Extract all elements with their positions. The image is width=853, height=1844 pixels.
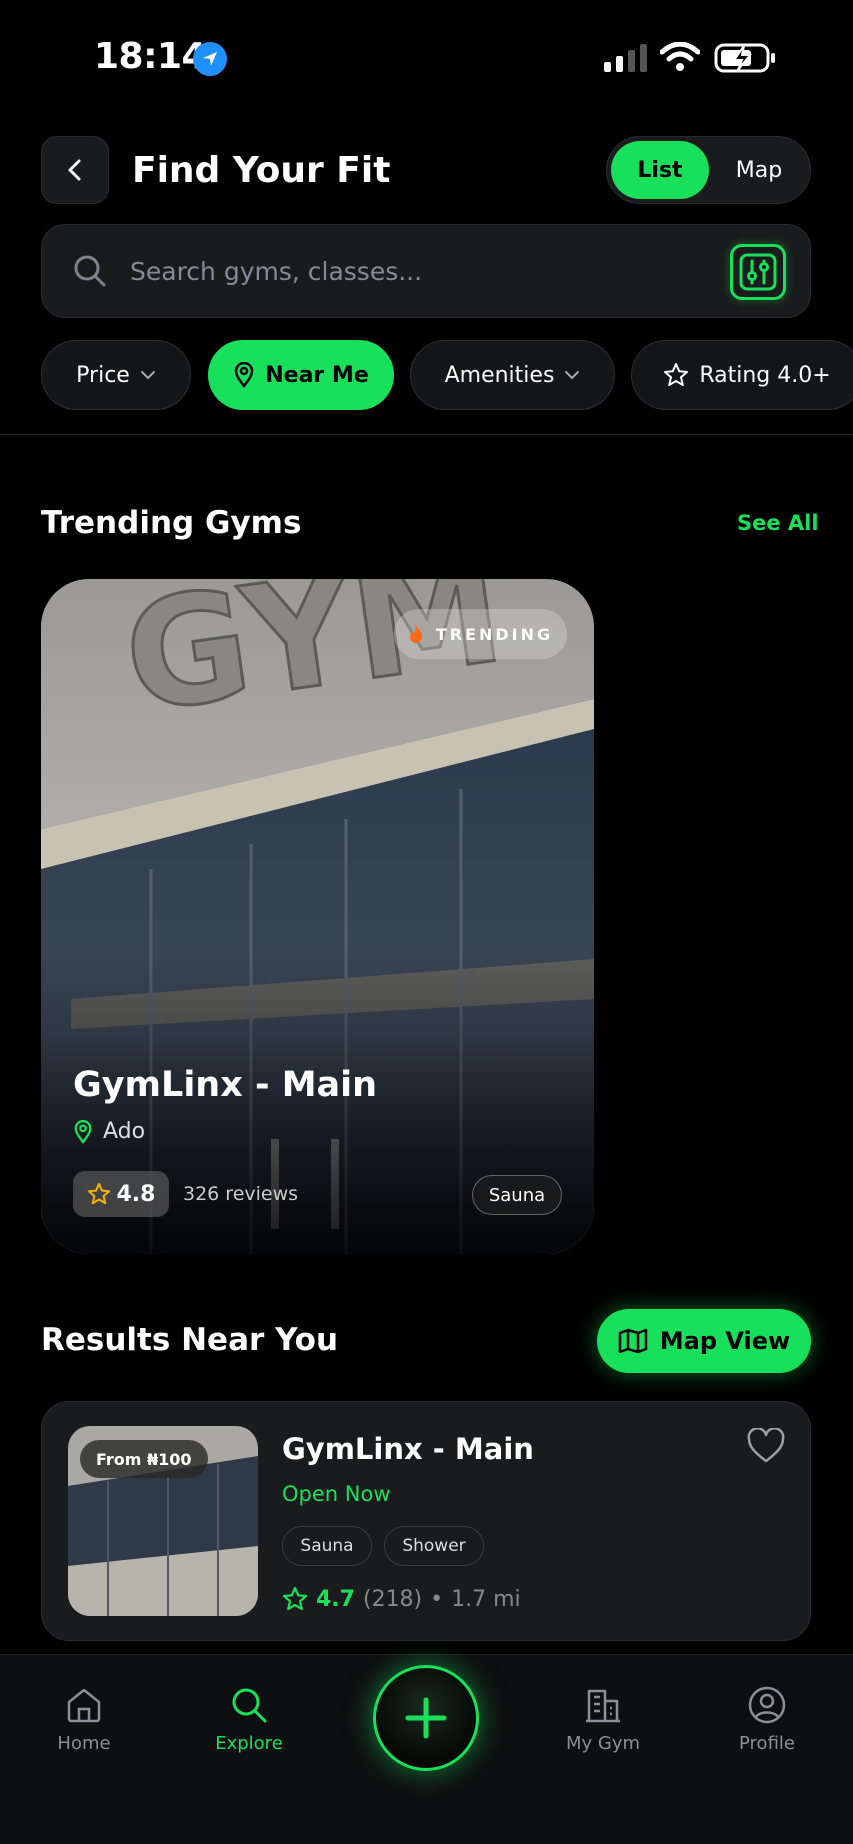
bottom-nav: Home Explore My Gym Profile — [0, 1654, 853, 1844]
nav-label: Explore — [215, 1733, 283, 1754]
amenity-tag: Shower — [384, 1526, 484, 1566]
nav-explore[interactable]: Explore — [189, 1685, 309, 1754]
chip-label: Rating 4.0+ — [699, 362, 831, 388]
filter-chip-amenities[interactable]: Amenities — [410, 340, 615, 410]
price-tag: From ₦100 — [80, 1440, 208, 1478]
rating-pill: 4.8 — [73, 1171, 169, 1217]
nav-profile[interactable]: Profile — [707, 1685, 827, 1754]
trending-badge: TRENDING — [394, 609, 567, 659]
nav-my-gym[interactable]: My Gym — [543, 1685, 663, 1754]
location-pin-icon — [74, 1119, 92, 1144]
distance: 1.7 mi — [451, 1586, 521, 1612]
result-card[interactable]: From ₦100 GymLinx - Main Open Now Sauna … — [41, 1401, 811, 1641]
wifi-icon — [660, 42, 700, 71]
gym-thumbnail: From ₦100 — [68, 1426, 258, 1616]
star-icon — [87, 1182, 110, 1205]
review-count: 326 reviews — [183, 1183, 299, 1205]
trending-gym-name: GymLinx - Main — [73, 1065, 378, 1105]
search-input[interactable] — [130, 247, 650, 295]
review-count: (218) — [362, 1586, 423, 1612]
filter-chip-rating[interactable]: Rating 4.0+ — [631, 340, 853, 410]
nav-label: Home — [57, 1733, 111, 1754]
filter-chip-price[interactable]: Price — [41, 340, 191, 410]
favorite-heart-icon[interactable] — [746, 1428, 786, 1464]
map-icon — [618, 1328, 648, 1354]
filter-button[interactable] — [730, 244, 786, 300]
search-icon — [232, 1688, 267, 1723]
user-circle-icon — [748, 1686, 786, 1724]
gym-photo: GYM — [41, 579, 594, 1254]
nav-label: Profile — [739, 1733, 795, 1754]
chip-label: Near Me — [265, 362, 369, 388]
building-icon — [586, 1689, 620, 1723]
map-toggle-button[interactable]: Map — [711, 141, 807, 199]
list-view-button[interactable]: List — [611, 141, 709, 199]
trending-title: Trending Gyms — [41, 505, 302, 541]
fire-icon — [409, 625, 422, 643]
location-pin-icon — [234, 362, 254, 388]
result-gym-name: GymLinx - Main — [282, 1432, 534, 1466]
rating-value: 4.7 — [316, 1586, 355, 1612]
open-status: Open Now — [282, 1482, 391, 1506]
back-button[interactable] — [41, 136, 109, 204]
page-title: Find Your Fit — [132, 150, 391, 191]
chevron-down-icon — [140, 371, 155, 380]
filter-chips: Price Near Me Amenities Rating 4.0+ — [41, 340, 853, 410]
filter-chip-near-me[interactable]: Near Me — [208, 340, 394, 410]
chevron-left-icon — [68, 159, 81, 181]
trending-gym-location: Ado — [73, 1119, 145, 1144]
search-icon — [74, 255, 106, 287]
status-bar: 18:14 — [0, 0, 853, 110]
nav-label: My Gym — [565, 1733, 641, 1754]
home-icon — [67, 1688, 101, 1723]
chip-label: Amenities — [444, 362, 555, 388]
trending-badge-label: TRENDING — [435, 624, 554, 644]
trending-gym-card[interactable]: GYM TRENDING GymLinx - Main Ado 4.8 326 … — [41, 579, 594, 1254]
nav-home[interactable]: Home — [24, 1685, 144, 1754]
chip-label: Price — [76, 362, 130, 388]
rating-value: 4.8 — [116, 1181, 156, 1207]
map-view-button[interactable]: Map View — [597, 1309, 811, 1373]
status-time: 18:14 — [94, 36, 207, 77]
location-arrow-icon — [193, 42, 227, 76]
amenity-tag: Sauna — [472, 1175, 562, 1215]
separator: • — [430, 1586, 444, 1612]
sliders-icon — [739, 253, 777, 291]
signal-icon — [604, 44, 647, 72]
map-view-label: Map View — [659, 1327, 791, 1355]
see-all-link[interactable]: See All — [737, 511, 819, 535]
search-bar — [41, 224, 811, 318]
star-icon — [282, 1586, 308, 1611]
star-icon — [664, 363, 689, 386]
divider — [0, 434, 853, 435]
results-title: Results Near You — [41, 1322, 339, 1358]
chevron-down-icon — [565, 371, 580, 380]
result-rating: 4.7 (218) • 1.7 mi — [282, 1586, 521, 1612]
location-label: Ado — [103, 1119, 146, 1144]
view-toggle: List Map — [606, 136, 811, 204]
plus-icon — [405, 1697, 447, 1739]
battery-charging-icon — [714, 43, 775, 73]
add-button[interactable] — [373, 1665, 479, 1771]
amenity-tag: Sauna — [282, 1526, 372, 1566]
